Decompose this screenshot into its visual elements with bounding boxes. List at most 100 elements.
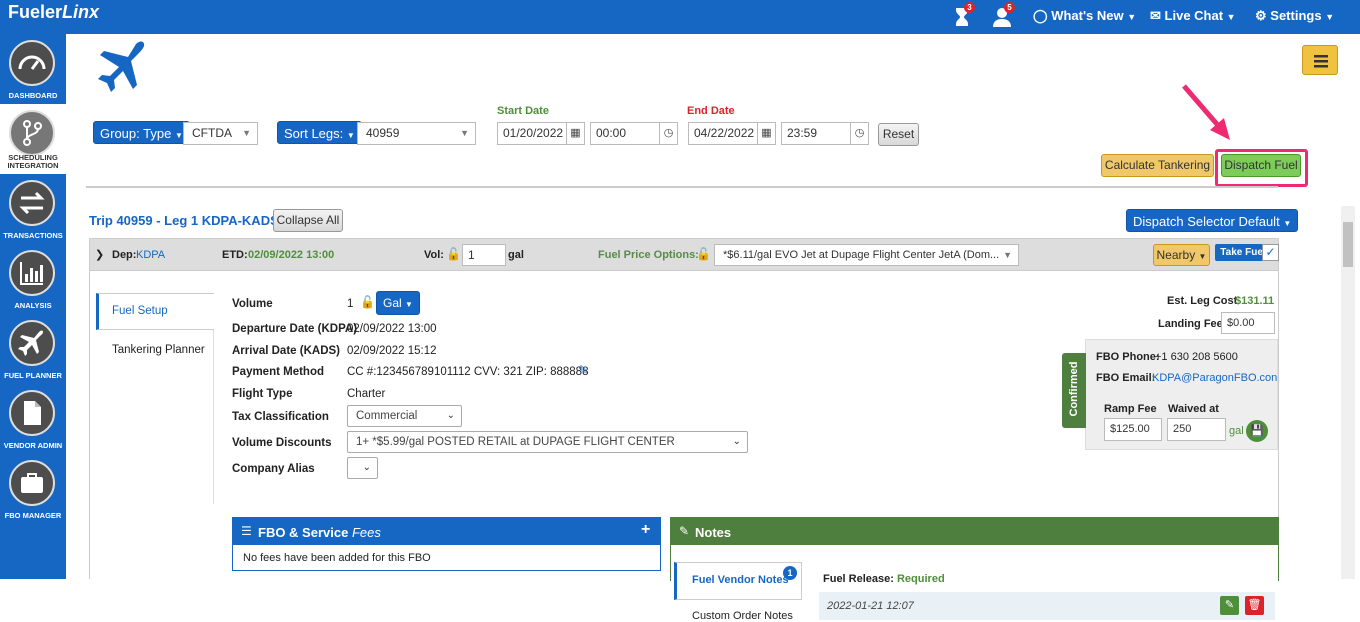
- list-icon: ☰: [241, 524, 252, 538]
- caret-down-icon: ▼: [1283, 219, 1292, 228]
- exchange-icon: [9, 180, 55, 226]
- main-content: Group: Type ▼ CFTDA ▼ Sort Legs: ▼ 40959 ▼…: [66, 34, 1360, 622]
- ramp-fee-input[interactable]: $125.00: [1104, 418, 1162, 441]
- caret-down-icon: ▼: [242, 128, 251, 138]
- settings-menu[interactable]: ⚙ Settings ▼: [1255, 8, 1334, 24]
- confirmed-tab[interactable]: Confirmed: [1062, 353, 1086, 428]
- annotation-arrow-icon: [1182, 84, 1230, 140]
- sidebar-item-transactions[interactable]: TRANSACTIONS: [0, 174, 66, 244]
- departure-bar: ❯ Dep: KDPA ETD: 02/09/2022 13:00 Vol: 🔓…: [90, 239, 1279, 271]
- fuel-price-options-select[interactable]: *$6.11/gal EVO Jet at Dupage Flight Cent…: [714, 244, 1019, 266]
- chevron-down-icon: ⌄: [732, 436, 741, 447]
- fbo-info-box: FBO Phone: +1 630 208 5600 FBO Email: KD…: [1085, 339, 1278, 450]
- calendar-icon[interactable]: ▦: [758, 122, 776, 145]
- divider: [86, 186, 1278, 188]
- sidebar-item-vendor-admin[interactable]: VENDOR ADMIN: [0, 384, 66, 454]
- add-fee-button[interactable]: +: [641, 521, 650, 539]
- arrival-date: 02/09/2022 15:12: [347, 345, 437, 357]
- sidebar: DASHBOARD SCHEDULING INTEGRATION TRANSAC…: [0, 34, 66, 579]
- notification-badge: 3: [964, 2, 975, 13]
- plane-icon: [9, 320, 55, 366]
- take-fuel-checkbox[interactable]: ✓: [1262, 244, 1279, 261]
- tab-fuel-vendor-notes[interactable]: Fuel Vendor Notes 1: [674, 562, 802, 600]
- dispatch-selector-dropdown[interactable]: Dispatch Selector Default ▼: [1126, 209, 1299, 232]
- scrollbar[interactable]: [1341, 206, 1355, 579]
- document-icon: [9, 390, 55, 436]
- end-date-input[interactable]: 04/22/2022: [688, 122, 758, 145]
- sidebar-item-scheduling-integration[interactable]: SCHEDULING INTEGRATION: [0, 104, 66, 174]
- volume-discounts-select[interactable]: 1+ *$5.99/gal POSTED RETAIL at DUPAGE FL…: [347, 431, 748, 453]
- clock-icon[interactable]: ◷: [851, 122, 869, 145]
- unlock-icon[interactable]: 🔓: [696, 247, 711, 261]
- tab-fuel-setup[interactable]: Fuel Setup: [96, 293, 214, 330]
- hamburger-icon: [1314, 55, 1328, 68]
- fbo-fees-panel: ☰ FBO & Service Fees + No fees have been…: [232, 517, 661, 571]
- dispatch-fuel-button[interactable]: Dispatch Fuel: [1221, 154, 1301, 177]
- nearby-dropdown[interactable]: Nearby ▼: [1153, 244, 1210, 266]
- trip-title: Trip 40959 - Leg 1 KDPA-KADS: [89, 213, 279, 228]
- live-chat-menu[interactable]: ✉ Live Chat ▼: [1150, 8, 1236, 24]
- whats-new-menu[interactable]: ◯ What's New ▼: [1033, 8, 1136, 24]
- start-time-input[interactable]: 00:00: [590, 122, 660, 145]
- bar-chart-icon: [9, 250, 55, 296]
- reset-button[interactable]: Reset: [878, 123, 919, 146]
- trash-icon[interactable]: 🗑: [1245, 596, 1264, 615]
- group-type-dropdown[interactable]: Group: Type ▼: [93, 121, 190, 144]
- dep-airport-link[interactable]: KDPA: [136, 249, 165, 261]
- fees-empty-text: No fees have been added for this FBO: [243, 552, 431, 564]
- caret-down-icon: ▼: [1127, 12, 1137, 22]
- sort-legs-dropdown[interactable]: Sort Legs: ▼: [277, 121, 362, 144]
- caret-down-icon: ▼: [1325, 12, 1335, 22]
- landing-fee-input[interactable]: $0.00: [1221, 312, 1275, 334]
- chevron-down-icon: ⌄: [362, 462, 371, 473]
- edit-note-icon[interactable]: ✎: [1220, 596, 1239, 615]
- hourglass-icon[interactable]: 3: [951, 2, 975, 28]
- start-date-input[interactable]: 01/20/2022: [497, 122, 567, 145]
- fbo-fees-header: ☰ FBO & Service Fees +: [233, 518, 660, 545]
- menu-toggle-button[interactable]: [1302, 45, 1338, 75]
- calculate-tankering-button[interactable]: Calculate Tankering: [1101, 154, 1214, 177]
- vendor-notes-badge: 1: [783, 566, 797, 580]
- tab-custom-order-notes[interactable]: Custom Order Notes: [692, 610, 793, 622]
- clock-icon[interactable]: ◷: [660, 122, 678, 145]
- note-item: 2022-01-21 12:07 ✎ 🗑: [819, 592, 1275, 620]
- end-time-input[interactable]: 23:59: [781, 122, 851, 145]
- volume-value: 1: [347, 298, 354, 310]
- gear-icon: ⚙: [1255, 8, 1267, 23]
- notes-panel: ✎ Notes Fuel Vendor Notes 1 Custom Order…: [670, 517, 1279, 622]
- sidebar-item-analysis[interactable]: ANALYSIS: [0, 244, 66, 314]
- calendar-icon[interactable]: ▦: [567, 122, 585, 145]
- branch-icon: [9, 110, 55, 156]
- save-icon[interactable]: 💾: [1246, 420, 1268, 442]
- tab-tankering-planner[interactable]: Tankering Planner: [112, 344, 205, 356]
- unlock-icon[interactable]: 🔓: [360, 295, 375, 309]
- unlock-icon[interactable]: 🔓: [446, 247, 461, 261]
- caret-down-icon: ▼: [460, 128, 469, 138]
- end-date-label: End Date: [687, 105, 735, 117]
- dashboard-icon: [9, 40, 55, 86]
- caret-down-icon: ▼: [1198, 252, 1207, 261]
- group-select[interactable]: CFTDA ▼: [183, 122, 258, 145]
- pencil-icon: ✎: [679, 524, 690, 538]
- company-alias-select[interactable]: ⌄: [347, 457, 378, 479]
- sidebar-item-fbo-manager[interactable]: FBO MANAGER: [0, 454, 66, 524]
- sidebar-item-dashboard[interactable]: DASHBOARD: [0, 34, 66, 104]
- collapse-all-button[interactable]: Collapse All: [273, 209, 343, 232]
- scrollbar-thumb[interactable]: [1343, 222, 1353, 267]
- tax-classification-select[interactable]: Commercial ⌄: [347, 405, 462, 427]
- departure-date: 02/09/2022 13:00: [347, 323, 437, 335]
- user-icon[interactable]: 5: [991, 2, 1015, 28]
- fbo-email-link[interactable]: KDPA@ParagonFBO.con: [1152, 372, 1277, 384]
- sort-legs-select[interactable]: 40959 ▼: [357, 122, 476, 145]
- waived-at-input[interactable]: 250: [1167, 418, 1226, 441]
- note-date: 2022-01-21 12:07: [827, 600, 914, 612]
- logo[interactable]: FuelerLinx: [8, 2, 99, 23]
- chevron-down-icon[interactable]: ❯: [95, 248, 104, 261]
- vol-input[interactable]: 1: [462, 244, 506, 266]
- volume-unit-dropdown[interactable]: Gal ▼: [376, 291, 420, 315]
- edit-icon[interactable]: ✎: [578, 363, 588, 377]
- user-badge: 5: [1004, 2, 1015, 13]
- caret-down-icon: ▼: [405, 300, 413, 309]
- sidebar-item-fuel-planner[interactable]: FUEL PLANNER: [0, 314, 66, 384]
- flight-type: Charter: [347, 388, 386, 400]
